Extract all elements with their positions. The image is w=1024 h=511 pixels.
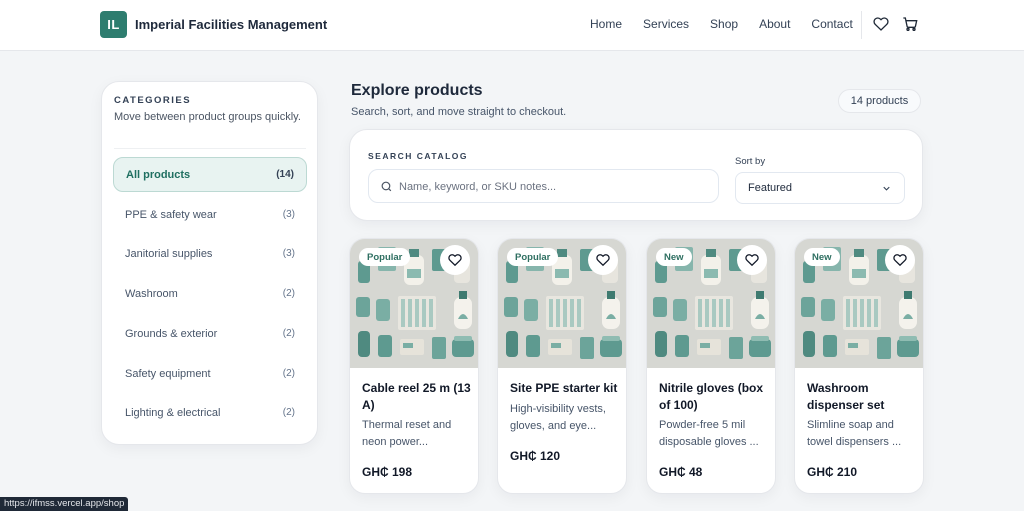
categories-subtitle: Move between product groups quickly. [114, 111, 301, 123]
category-label: PPE & safety wear [125, 208, 217, 221]
search-panel: SEARCH CATALOG Sort by Featured [349, 129, 923, 221]
page-subtitle: Search, sort, and move straight to check… [351, 106, 567, 118]
product-badge: New [656, 248, 692, 266]
category-count: (2) [282, 328, 295, 339]
wishlist-button[interactable] [885, 245, 915, 275]
category-count: (2) [282, 368, 295, 379]
wishlist-button[interactable] [588, 245, 618, 275]
product-price: GH₵ 48 [659, 465, 703, 479]
main-nav: Home Services Shop About Contact [590, 17, 874, 31]
product-description: High-visibility vests, gloves, and eye..… [510, 403, 606, 432]
category-count: (2) [282, 288, 295, 299]
category-count: (2) [282, 407, 295, 418]
category-count: (14) [276, 169, 294, 180]
page-title: Explore products [351, 82, 483, 99]
heart-icon [448, 254, 462, 267]
chevron-down-icon [883, 186, 890, 191]
product-description: Thermal reset and neon power... [362, 419, 452, 448]
brand-name: Imperial Facilities Management [135, 17, 328, 32]
category-janitorial-supplies[interactable]: Janitorial supplies (3) [113, 236, 307, 271]
heart-icon [893, 254, 907, 267]
brand-link[interactable]: IL Imperial Facilities Management [100, 11, 327, 38]
divider [114, 148, 306, 149]
search-box[interactable] [368, 169, 719, 203]
wishlist-button[interactable] [737, 245, 767, 275]
wishlist-button[interactable] [440, 245, 470, 275]
category-all-products[interactable]: All products (14) [113, 157, 307, 192]
nav-divider [861, 11, 862, 39]
nav-home[interactable]: Home [590, 17, 622, 31]
category-label: Washroom [125, 287, 178, 300]
category-ppe-safety-wear[interactable]: PPE & safety wear (3) [113, 197, 307, 232]
nav-services[interactable]: Services [643, 17, 689, 31]
category-grounds-exterior[interactable]: Grounds & exterior (2) [113, 316, 307, 351]
category-label: Safety equipment [125, 367, 211, 380]
heart-icon [596, 254, 610, 267]
product-name[interactable]: Washroom dispenser set [807, 380, 919, 414]
heart-icon[interactable] [873, 16, 889, 32]
nav-contact[interactable]: Contact [811, 17, 852, 31]
product-description: Powder-free 5 mil disposable gloves ... [659, 419, 759, 448]
category-count: (3) [282, 209, 295, 220]
product-name[interactable]: Site PPE starter kit [510, 380, 622, 397]
category-label: Grounds & exterior [125, 327, 218, 340]
category-washroom[interactable]: Washroom (2) [113, 276, 307, 311]
category-safety-equipment[interactable]: Safety equipment (2) [113, 356, 307, 391]
category-lighting-electrical[interactable]: Lighting & electrical (2) [113, 395, 307, 430]
product-badge: Popular [359, 248, 411, 266]
sort-label: Sort by [735, 156, 766, 167]
category-label: Lighting & electrical [125, 406, 221, 419]
product-count-badge: 14 products [838, 89, 921, 113]
category-count: (3) [282, 248, 295, 259]
product-price: GH₵ 198 [362, 465, 413, 479]
search-input[interactable] [399, 178, 699, 196]
product-price: GH₵ 120 [510, 449, 561, 463]
product-price: GH₵ 210 [807, 465, 858, 479]
category-label: Janitorial supplies [125, 247, 213, 260]
sort-select[interactable]: Featured [735, 172, 905, 204]
sort-value: Featured [748, 182, 793, 194]
cart-icon[interactable] [902, 16, 918, 32]
search-icon [381, 181, 392, 192]
nav-about[interactable]: About [759, 17, 790, 31]
nav-shop[interactable]: Shop [710, 17, 738, 31]
product-badge: New [804, 248, 840, 266]
product-name[interactable]: Nitrile gloves (box of 100) [659, 380, 771, 414]
categories-heading: CATEGORIES [114, 95, 192, 106]
product-card[interactable]: Popular Cable reel 25 m (13 A) Thermal r… [349, 238, 479, 494]
status-bar-url: https://ifmss.vercel.app/shop [0, 497, 129, 511]
categories-sidebar: CATEGORIES Move between product groups q… [101, 81, 318, 445]
product-card[interactable]: New Nitrile gloves (box of 100) Powder-f… [646, 238, 776, 494]
product-card[interactable]: Popular Site PPE starter kit High-visibi… [497, 238, 627, 494]
product-name[interactable]: Cable reel 25 m (13 A) [362, 380, 474, 414]
category-label: All products [126, 168, 191, 181]
product-description: Slimline soap and towel dispensers ... [807, 419, 902, 448]
top-navbar: IL Imperial Facilities Management Home S… [0, 0, 1024, 51]
product-badge: Popular [507, 248, 559, 266]
brand-logo: IL [100, 11, 127, 38]
heart-icon [745, 254, 759, 267]
product-card[interactable]: New Washroom dispenser set Slimline soap… [794, 238, 924, 494]
search-label: SEARCH CATALOG [368, 151, 469, 161]
